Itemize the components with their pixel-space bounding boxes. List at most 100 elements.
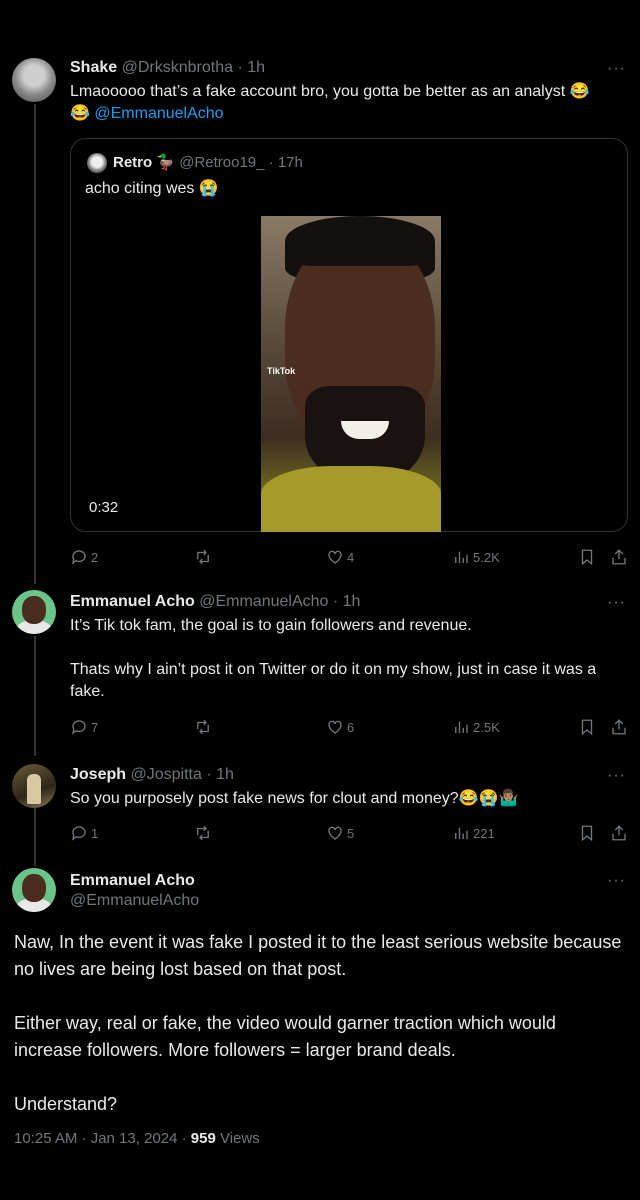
like-button[interactable]: 6 bbox=[326, 718, 354, 736]
quote-avatar bbox=[87, 153, 107, 173]
tweet-paragraph: It’s Tik tok fam, the goal is to gain fo… bbox=[70, 617, 472, 634]
tweet-paragraph: Understand? bbox=[14, 1094, 118, 1114]
views-button[interactable]: 221 bbox=[452, 824, 495, 842]
retweet-icon bbox=[197, 825, 209, 841]
timestamp[interactable]: 10:25 AM · Jan 13, 2024 · bbox=[14, 1130, 191, 1147]
reply-count: 7 bbox=[91, 719, 99, 735]
tweet-text: So you purposely post fake news for clou… bbox=[70, 790, 519, 807]
tweet-actions: 1 5 221 bbox=[70, 824, 630, 844]
tweet-text: It’s Tik tok fam, the goal is to gain fo… bbox=[70, 615, 625, 703]
author-handle[interactable]: @EmmanuelAcho bbox=[70, 891, 199, 911]
heart-icon bbox=[328, 720, 342, 734]
views-button[interactable]: 2.5K bbox=[452, 718, 500, 736]
video-player[interactable]: TikTok bbox=[261, 216, 441, 532]
reply-button[interactable]: 2 bbox=[70, 548, 98, 566]
share-button[interactable] bbox=[610, 718, 628, 736]
views-label: Views bbox=[215, 1130, 260, 1147]
tweet-text-line: Lmaooooo that’s a fake account bro, you … bbox=[70, 83, 590, 100]
views-chart-icon bbox=[455, 721, 468, 733]
author-name[interactable]: Joseph bbox=[70, 766, 126, 783]
tweet-actions: 7 6 2.5K bbox=[70, 718, 630, 738]
main-tweet-text: Naw, In the event it was fake I posted i… bbox=[14, 929, 624, 1145]
avatar[interactable] bbox=[12, 58, 56, 102]
retweet-icon bbox=[197, 549, 209, 565]
retweet-button[interactable] bbox=[194, 824, 212, 842]
quote-author-name: Retro bbox=[113, 154, 153, 171]
avatar[interactable] bbox=[12, 590, 56, 634]
like-button[interactable]: 5 bbox=[326, 824, 354, 842]
bookmark-button[interactable] bbox=[578, 548, 596, 566]
like-button[interactable]: 4 bbox=[326, 548, 354, 566]
share-button[interactable] bbox=[610, 548, 628, 566]
author-handle[interactable]: @Jospitta bbox=[130, 766, 201, 783]
author-name[interactable]: Emmanuel Acho bbox=[70, 593, 195, 610]
tweet-time[interactable]: · 1h bbox=[237, 59, 265, 76]
mention-link[interactable]: @EmmanuelAcho bbox=[94, 105, 223, 122]
reply-count: 1 bbox=[91, 825, 99, 841]
avatar[interactable] bbox=[12, 764, 56, 808]
tweet-header: Shake @Drksknbrotha · 1h bbox=[70, 58, 265, 78]
share-icon bbox=[612, 719, 626, 735]
author-name[interactable]: Emmanuel Acho bbox=[70, 871, 199, 891]
tweet-paragraph: Thats why I ain’t post it on Twitter or … bbox=[70, 661, 597, 700]
bookmark-icon bbox=[581, 549, 593, 566]
reply-icon bbox=[71, 826, 86, 841]
reply-icon bbox=[71, 550, 86, 565]
more-options-icon[interactable]: ··· bbox=[607, 767, 626, 785]
tweet-actions: 2 4 5.2K bbox=[70, 548, 630, 568]
heart-icon bbox=[328, 550, 342, 564]
tweet-time[interactable]: · 1h bbox=[206, 766, 234, 783]
duck-icon: 🦆 bbox=[156, 154, 176, 171]
tweet-header: Emmanuel Acho @EmmanuelAcho · 1h bbox=[70, 592, 360, 612]
like-count: 5 bbox=[347, 825, 355, 841]
retweet-button[interactable] bbox=[194, 548, 212, 566]
quoted-tweet[interactable]: Retro 🦆 @Retroo19_ · 17h acho citing wes… bbox=[70, 138, 628, 532]
tweet-text: Lmaooooo that’s a fake account bro, you … bbox=[70, 81, 625, 125]
quote-header: Retro 🦆 @Retroo19_ · 17h bbox=[113, 153, 303, 173]
bookmark-button[interactable] bbox=[578, 718, 596, 736]
views-chart-icon bbox=[455, 827, 468, 839]
more-options-icon[interactable]: ··· bbox=[607, 872, 626, 890]
views-chart-icon bbox=[455, 551, 468, 563]
views-button[interactable]: 5.2K bbox=[452, 548, 500, 566]
emoji: 😂 bbox=[70, 105, 90, 122]
bookmark-icon bbox=[581, 719, 593, 736]
reply-button[interactable]: 1 bbox=[70, 824, 98, 842]
retweet-icon bbox=[197, 719, 209, 735]
thread-line bbox=[34, 808, 36, 866]
tweet-timestamp: 10:25 AM · Jan 13, 2024 · 959 Views bbox=[14, 1130, 260, 1147]
bookmark-button[interactable] bbox=[578, 824, 596, 842]
reply-icon bbox=[71, 720, 86, 735]
author-handle[interactable]: @EmmanuelAcho bbox=[199, 593, 328, 610]
share-icon bbox=[612, 825, 626, 841]
views-count: 5.2K bbox=[473, 549, 500, 565]
views-count: 2.5K bbox=[473, 719, 500, 735]
quote-author-handle: @Retroo19_ bbox=[179, 154, 265, 171]
tweet-time[interactable]: · 1h bbox=[333, 593, 361, 610]
quote-time: · 17h bbox=[268, 154, 303, 171]
retweet-button[interactable] bbox=[194, 718, 212, 736]
bookmark-icon bbox=[581, 825, 593, 842]
tweet-header: Joseph @Jospitta · 1h bbox=[70, 765, 234, 785]
like-count: 6 bbox=[347, 719, 355, 735]
views-count: 959 bbox=[190, 1130, 216, 1147]
quote-text: acho citing wes 😭 bbox=[85, 180, 219, 197]
share-button[interactable] bbox=[610, 824, 628, 842]
reply-count: 2 bbox=[91, 549, 99, 565]
heart-icon bbox=[328, 826, 342, 840]
tweet-paragraph: Naw, In the event it was fake I posted i… bbox=[14, 932, 622, 979]
views-count: 221 bbox=[473, 825, 495, 841]
author-handle[interactable]: @Drksknbrotha bbox=[122, 59, 233, 76]
thread-line bbox=[34, 636, 36, 756]
thread-line bbox=[34, 104, 36, 584]
more-options-icon[interactable]: ··· bbox=[607, 594, 626, 612]
more-options-icon[interactable]: ··· bbox=[607, 60, 626, 78]
tiktok-watermark: TikTok bbox=[267, 366, 296, 376]
like-count: 4 bbox=[347, 549, 355, 565]
reply-button[interactable]: 7 bbox=[70, 718, 98, 736]
share-icon bbox=[612, 549, 626, 565]
video-duration: 0:32 bbox=[89, 499, 119, 516]
main-tweet-header: Emmanuel Acho @EmmanuelAcho bbox=[70, 871, 199, 911]
avatar[interactable] bbox=[12, 868, 56, 912]
author-name[interactable]: Shake bbox=[70, 59, 117, 76]
